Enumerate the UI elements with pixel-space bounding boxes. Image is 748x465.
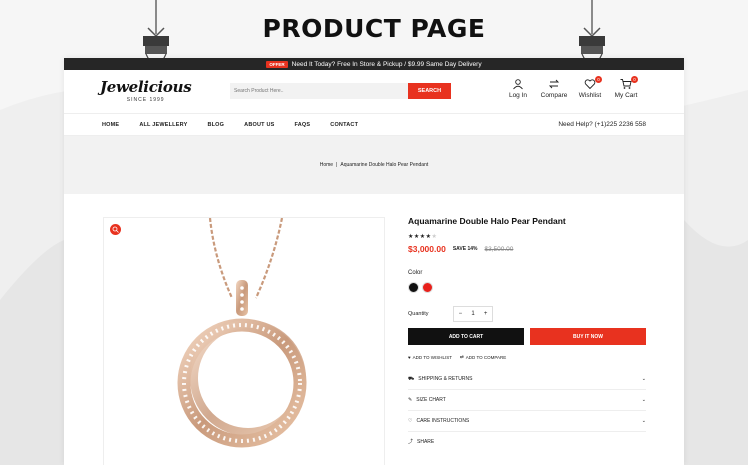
old-price: $3,500.00: [484, 245, 514, 253]
search-button[interactable]: SEARCH: [408, 83, 451, 99]
accordion-size-chart[interactable]: ✎ SIZE CHART ⌄: [408, 390, 646, 411]
share-link[interactable]: ⤴ SHARE: [408, 438, 646, 446]
heart-icon: ♥: [408, 354, 411, 360]
save-badge: SAVE 14%: [452, 246, 478, 252]
product-image-gallery[interactable]: [103, 217, 385, 465]
star-empty-icon: ★: [431, 234, 438, 240]
breadcrumb-current: Aquamarine Double Halo Pear Pendant: [340, 162, 429, 168]
nav-item-home[interactable]: HOME: [102, 122, 119, 128]
share-icon: ⤴: [408, 439, 414, 445]
add-to-wishlist-link[interactable]: ♥ ADD TO WISHLIST: [408, 354, 452, 360]
compare-icon: ⇄: [460, 354, 464, 359]
current-price: $3,000.00: [408, 244, 446, 254]
cart-count-badge: 0: [631, 76, 638, 83]
showcase-title: PRODUCT PAGE: [262, 14, 486, 43]
search-bar: SEARCH: [230, 83, 451, 99]
add-to-wishlist-label: ADD TO WISHLIST: [412, 354, 453, 360]
minus-button[interactable]: −: [459, 311, 463, 317]
zoom-icon[interactable]: [110, 224, 121, 235]
site-logo[interactable]: Jewelicious SINCE 1999: [100, 78, 192, 103]
login-label: Log In: [508, 92, 528, 99]
product-section: Aquamarine Double Halo Pear Pendant ★★★★…: [64, 194, 684, 465]
accordion-shipping-returns[interactable]: ⛟ SHIPPING & RETURNS ⌄: [408, 369, 646, 390]
nav-item-contact[interactable]: CONTACT: [330, 122, 358, 128]
breadcrumb-separator: |: [336, 162, 338, 168]
compare-link[interactable]: Compare: [536, 78, 572, 99]
nav-item-faqs[interactable]: FAQS: [294, 122, 310, 128]
nav-item-blog[interactable]: BLOG: [207, 122, 224, 128]
accordion-label: SHIPPING & RETURNS: [418, 376, 473, 382]
search-input[interactable]: [230, 83, 408, 99]
nav-item-about-us[interactable]: ABOUT US: [244, 122, 274, 128]
logo-name: Jewelicious: [100, 78, 192, 96]
add-to-cart-button[interactable]: ADD TO CART: [408, 328, 524, 345]
swatch-red[interactable]: [422, 282, 433, 293]
purchase-buttons: ADD TO CART BUY IT NOW: [408, 328, 646, 345]
compare-label: Compare: [540, 92, 568, 99]
heart-outline-icon: ♡: [408, 418, 413, 424]
accordion-care-instructions[interactable]: ♡ CARE INSTRUCTIONS ⌄: [408, 411, 646, 432]
secondary-actions: ♥ ADD TO WISHLIST ⇄ ADD TO COMPARE: [408, 354, 646, 360]
ruler-icon: ✎: [408, 397, 413, 403]
chevron-down-icon: ⌄: [641, 376, 646, 382]
breadcrumb-home[interactable]: Home: [320, 162, 333, 168]
plus-button[interactable]: +: [484, 311, 488, 317]
pendant-image: [177, 218, 307, 448]
promo-text[interactable]: Need It Today? Free In Store & Pickup / …: [292, 61, 482, 68]
cart-link[interactable]: 0 My Cart: [608, 76, 644, 99]
login-link[interactable]: Log In: [500, 78, 536, 99]
wishlist-label: Wishlist: [578, 92, 602, 99]
offer-badge: OFFER: [266, 60, 288, 68]
product-title: Aquamarine Double Halo Pear Pendant: [408, 216, 566, 226]
site-header: Jewelicious SINCE 1999 SEARCH Log In Com…: [64, 70, 684, 114]
chevron-down-icon: ⌄: [641, 418, 646, 424]
add-to-compare-label: ADD TO COMPARE: [465, 354, 507, 360]
truck-icon: ⛟: [408, 375, 415, 382]
promo-bar: OFFER Need It Today? Free In Store & Pic…: [64, 58, 684, 70]
accordion-label: SIZE CHART: [416, 397, 446, 403]
price-row: $3,000.00 SAVE 14% $3,500.00: [408, 244, 646, 254]
buy-now-button[interactable]: BUY IT NOW: [530, 328, 646, 345]
header-actions: Log In Compare 0 Wishlist 0 My Cart: [500, 76, 644, 99]
wishlist-link[interactable]: 0 Wishlist: [572, 76, 608, 99]
product-accordion: ⛟ SHIPPING & RETURNS ⌄ ✎ SIZE CHART ⌄ ♡ CAR…: [408, 369, 646, 432]
breadcrumb: Home | Aquamarine Double Halo Pear Penda…: [64, 136, 684, 194]
color-label: Color: [408, 270, 423, 276]
compare-icon: [548, 79, 560, 89]
nav-item-all-jewellery[interactable]: ALL JEWELLERY: [139, 122, 187, 128]
quantity-value[interactable]: 1: [471, 311, 474, 317]
logo-since: SINCE 1999: [126, 97, 165, 103]
quantity-row: Quantity − 1 +: [408, 306, 646, 322]
quantity-label: Quantity: [408, 311, 429, 317]
add-to-compare-link[interactable]: ⇄ ADD TO COMPARE: [460, 354, 506, 360]
user-icon: [513, 79, 523, 90]
accordion-label: CARE INSTRUCTIONS: [416, 418, 470, 424]
wishlist-count-badge: 0: [595, 76, 602, 83]
rating-stars: ★★★★★: [408, 233, 646, 240]
chevron-down-icon: ⌄: [641, 397, 646, 403]
cart-label: My Cart: [614, 92, 638, 99]
share-label: SHARE: [417, 438, 435, 445]
star-icon: ★★★★: [408, 234, 432, 240]
main-nav: HOME ALL JEWELLERY BLOG ABOUT US FAQS CO…: [64, 114, 684, 136]
swatch-black[interactable]: [408, 282, 419, 293]
product-info: Aquamarine Double Halo Pear Pendant ★★★★…: [408, 216, 646, 445]
quantity-stepper: − 1 +: [453, 306, 493, 322]
color-swatches: [408, 282, 646, 293]
help-phone[interactable]: Need Help? (+1)225 2236 558: [558, 121, 646, 128]
product-page-sheet: OFFER Need It Today? Free In Store & Pic…: [64, 58, 684, 465]
